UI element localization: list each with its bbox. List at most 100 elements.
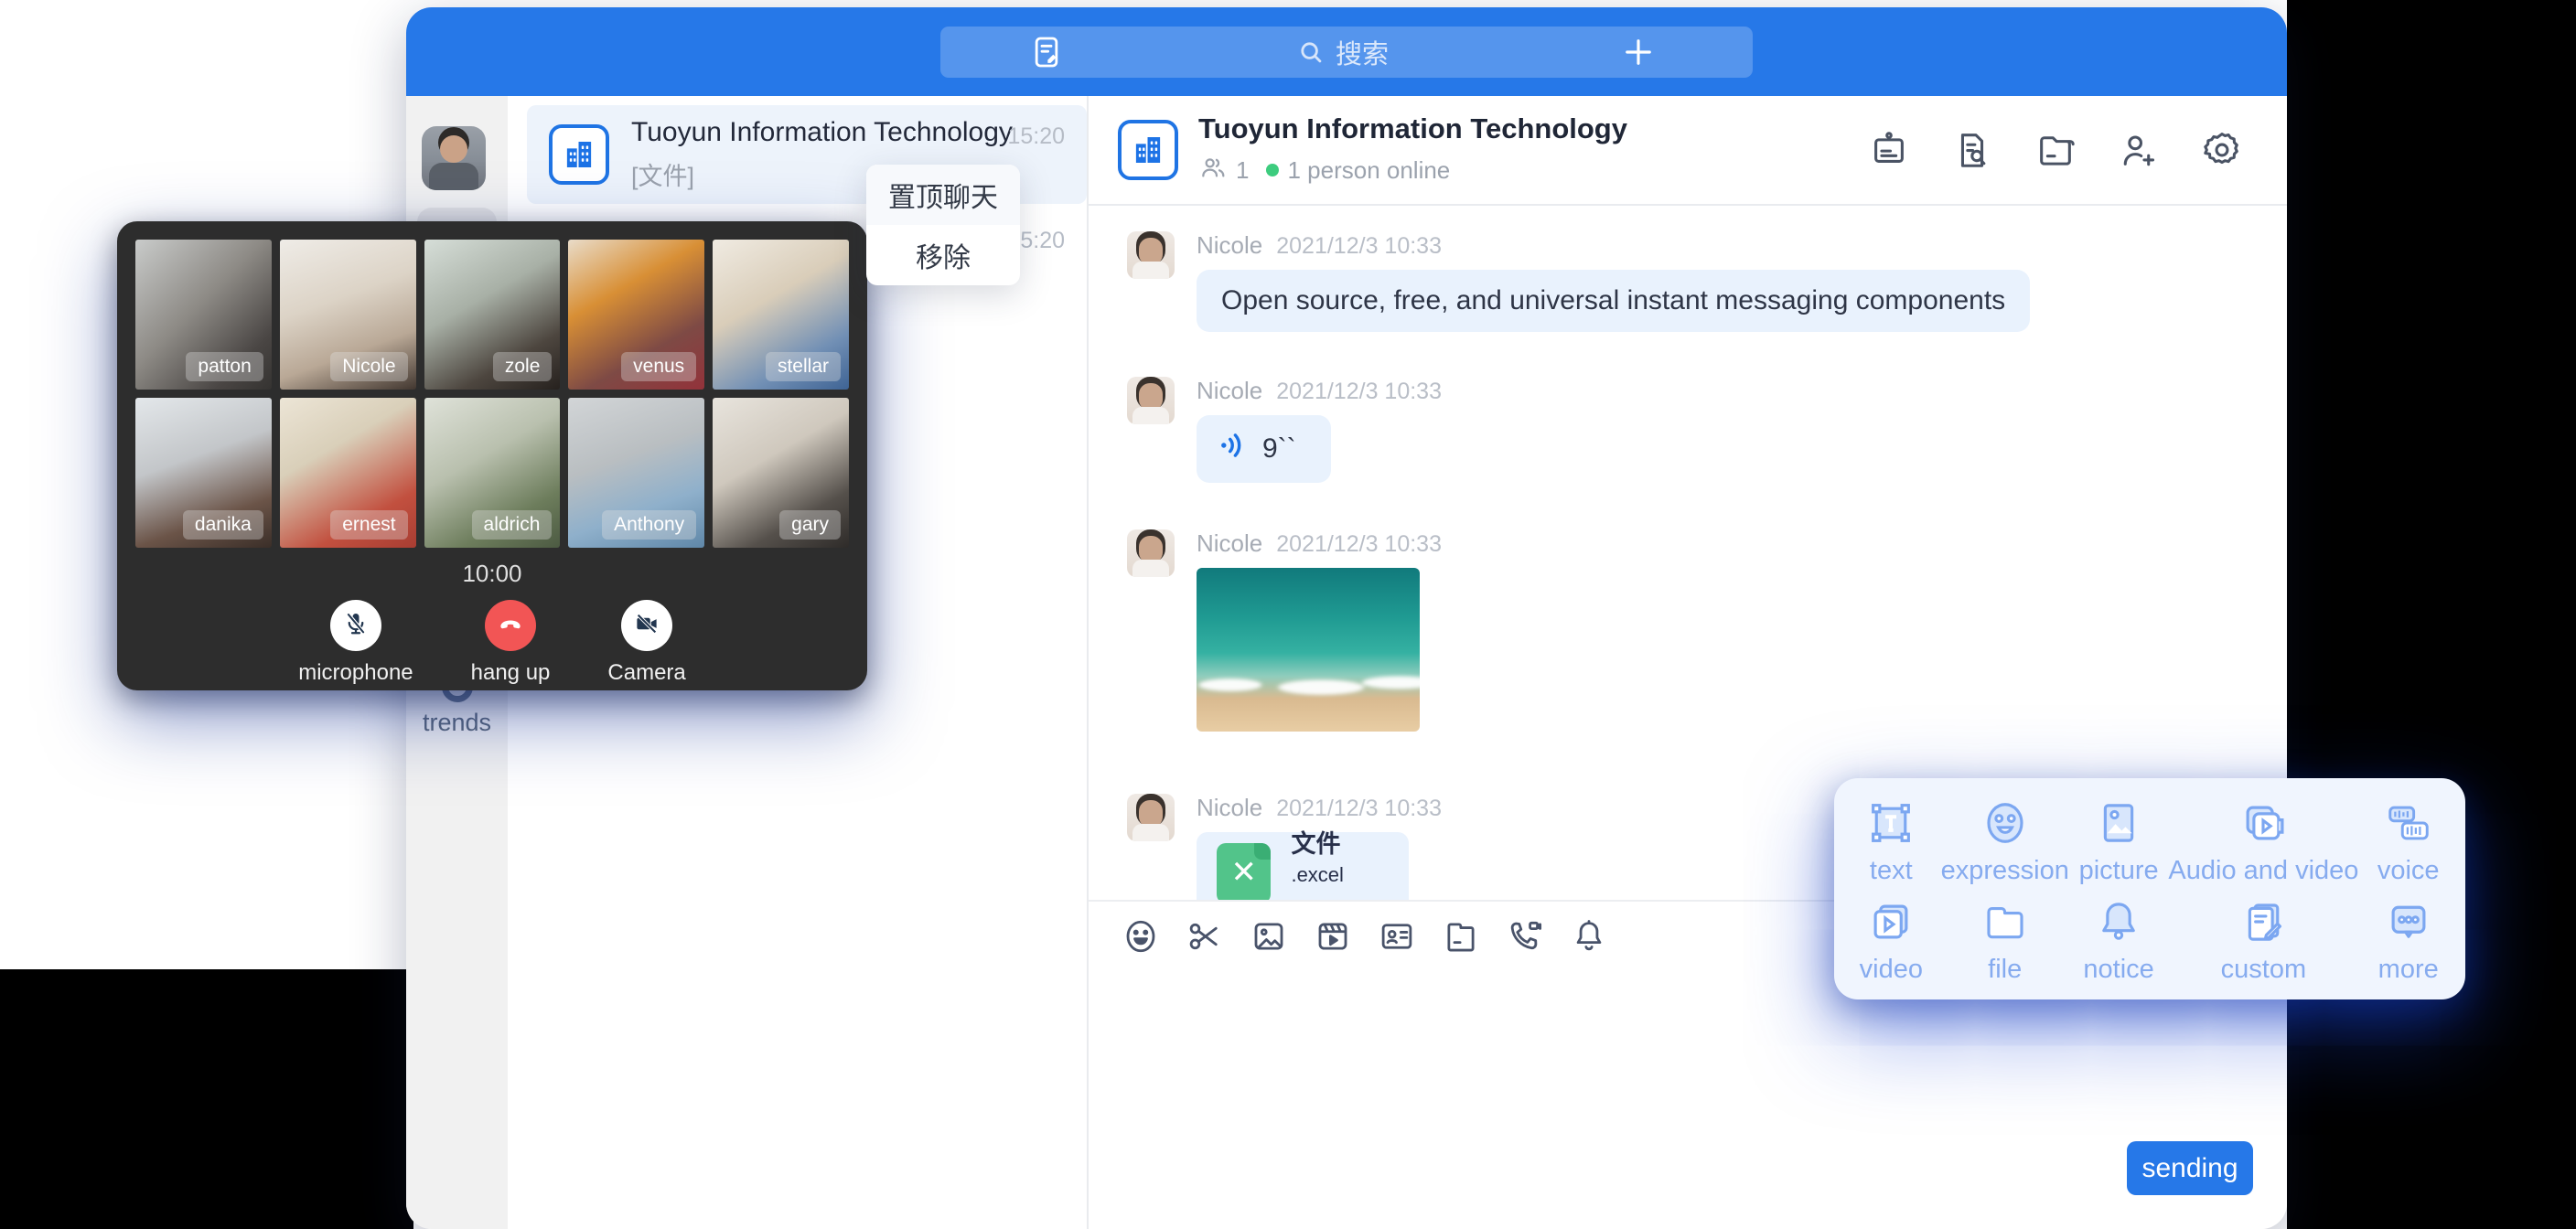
action-custom[interactable]: custom (2168, 892, 2358, 990)
participant-name: ernest (330, 510, 407, 540)
audio-video-icon (2238, 798, 2288, 848)
menu-item-pin-chat[interactable]: 置顶聊天 (866, 165, 1020, 225)
avatar[interactable] (1127, 529, 1175, 577)
conversation-title: Tuoyun Information Technology (631, 117, 1007, 148)
action-file[interactable]: file (1941, 892, 2069, 990)
action-text[interactable]: text (1841, 793, 1941, 892)
online-status: 1 person online (1287, 156, 1450, 185)
image-message[interactable] (1197, 568, 1420, 732)
voice-icon (2384, 798, 2433, 848)
participant-name: patton (186, 352, 263, 381)
text-frame-icon (1866, 798, 1916, 848)
voice-message-bubble[interactable]: 9`` (1197, 415, 1331, 483)
voice-wave-icon (1217, 429, 1250, 469)
page-background-bottom-left (0, 969, 413, 1229)
participant-tile: Anthony (568, 398, 704, 548)
group-icon (549, 124, 609, 185)
action-picture[interactable]: picture (2069, 793, 2169, 892)
member-count: 1 (1236, 156, 1249, 185)
hang-up-button[interactable]: hang up (471, 600, 551, 686)
conversation-time: 15:20 (1007, 123, 1065, 150)
file-icon (1980, 897, 2030, 946)
message-time: 2021/12/3 10:33 (1276, 531, 1442, 558)
action-video[interactable]: video (1841, 892, 1941, 990)
participant-tile: ernest (280, 398, 416, 548)
screenshot-scissors-icon[interactable] (1186, 917, 1224, 956)
participant-name: Anthony (602, 510, 696, 540)
custom-doc-icon (2238, 897, 2288, 946)
file-message-bubble[interactable]: ✕ 文件 .excel 12.8M (1197, 832, 1409, 900)
video-call-icon[interactable] (1506, 917, 1544, 956)
group-file-icon[interactable] (2034, 129, 2077, 171)
send-file-icon[interactable] (1442, 917, 1480, 956)
file-name: 文件 (1291, 830, 1340, 858)
participant-name: gary (779, 510, 841, 540)
avatar[interactable] (1127, 231, 1175, 279)
sender-name: Nicole (1197, 377, 1262, 405)
chat-title: Tuoyun Information Technology (1198, 112, 1868, 145)
group-icon (1118, 120, 1178, 180)
chat-header: Tuoyun Information Technology 1 1 person… (1089, 96, 2287, 206)
camera-button[interactable]: Camera (607, 600, 685, 686)
call-timer: 10:00 (117, 560, 867, 588)
action-voice[interactable]: voice (2358, 793, 2458, 892)
emoji-icon[interactable] (1122, 917, 1160, 956)
notification-bell-icon[interactable] (1570, 917, 1608, 956)
file-ext: .excel (1291, 863, 1343, 886)
participant-tile: gary (713, 398, 849, 548)
message: Nicole 2021/12/3 10:33 9`` (1127, 377, 2287, 483)
participant-tile: Nicole (280, 240, 416, 390)
menu-item-remove[interactable]: 移除 (866, 225, 1020, 285)
participant-tile: patton (135, 240, 272, 390)
more-icon (2384, 897, 2433, 946)
search-icon (1295, 37, 1326, 68)
microphone-button[interactable]: microphone (298, 600, 413, 686)
participant-grid: patton Nicole zole venus stellar danika … (117, 221, 867, 548)
add-member-icon[interactable] (2118, 129, 2160, 171)
group-notice-icon[interactable] (1868, 129, 1910, 171)
action-expression[interactable]: expression (1941, 793, 2069, 892)
action-more[interactable]: more (2358, 892, 2458, 990)
picture-icon (2094, 798, 2143, 848)
conversation-context-menu: 置顶聊天 移除 (866, 165, 1020, 285)
sender-name: Nicole (1197, 529, 1262, 558)
members-icon (1198, 153, 1228, 188)
send-image-icon[interactable] (1250, 917, 1288, 956)
voice-duration: 9`` (1262, 433, 1296, 465)
search-placeholder: 搜索 (1336, 33, 1389, 71)
avatar[interactable] (422, 126, 486, 190)
participant-name: stellar (766, 352, 841, 381)
action-notice[interactable]: notice (2069, 892, 2169, 990)
avatar[interactable] (1127, 794, 1175, 841)
send-button[interactable]: sending (2127, 1141, 2253, 1195)
chat-panel: Tuoyun Information Technology 1 1 person… (1089, 96, 2287, 1229)
top-bar: 搜索 (406, 7, 2287, 96)
sender-name: Nicole (1197, 231, 1262, 260)
participant-name: venus (621, 352, 696, 381)
action-audio-video[interactable]: Audio and video (2168, 793, 2358, 892)
expression-icon (1980, 798, 2030, 848)
notice-bell-icon (2094, 897, 2143, 946)
message-time: 2021/12/3 10:33 (1276, 379, 1442, 405)
send-video-icon[interactable] (1314, 917, 1352, 956)
message-time: 2021/12/3 10:33 (1276, 796, 1442, 822)
message: Nicole 2021/12/3 10:33 (1127, 529, 2287, 732)
participant-name: danika (183, 510, 263, 540)
message-type-panel: text expression picture (1834, 778, 2465, 999)
add-icon[interactable] (1619, 33, 1658, 71)
contact-card-icon[interactable] (1378, 917, 1416, 956)
message-time: 2021/12/3 10:33 (1276, 233, 1442, 260)
hang-up-icon (496, 609, 525, 643)
search-bar[interactable]: 搜索 (940, 27, 1753, 78)
settings-gear-icon[interactable] (2201, 129, 2243, 171)
participant-name: Nicole (330, 352, 407, 381)
online-dot (1266, 164, 1279, 176)
participant-tile: aldrich (424, 398, 561, 548)
sender-name: Nicole (1197, 794, 1262, 822)
avatar[interactable] (1127, 377, 1175, 424)
participant-name: zole (493, 352, 553, 381)
chat-record-search-icon[interactable] (1951, 129, 1993, 171)
memo-icon[interactable] (1028, 34, 1065, 70)
video-icon (1866, 897, 1916, 946)
participant-tile: venus (568, 240, 704, 390)
